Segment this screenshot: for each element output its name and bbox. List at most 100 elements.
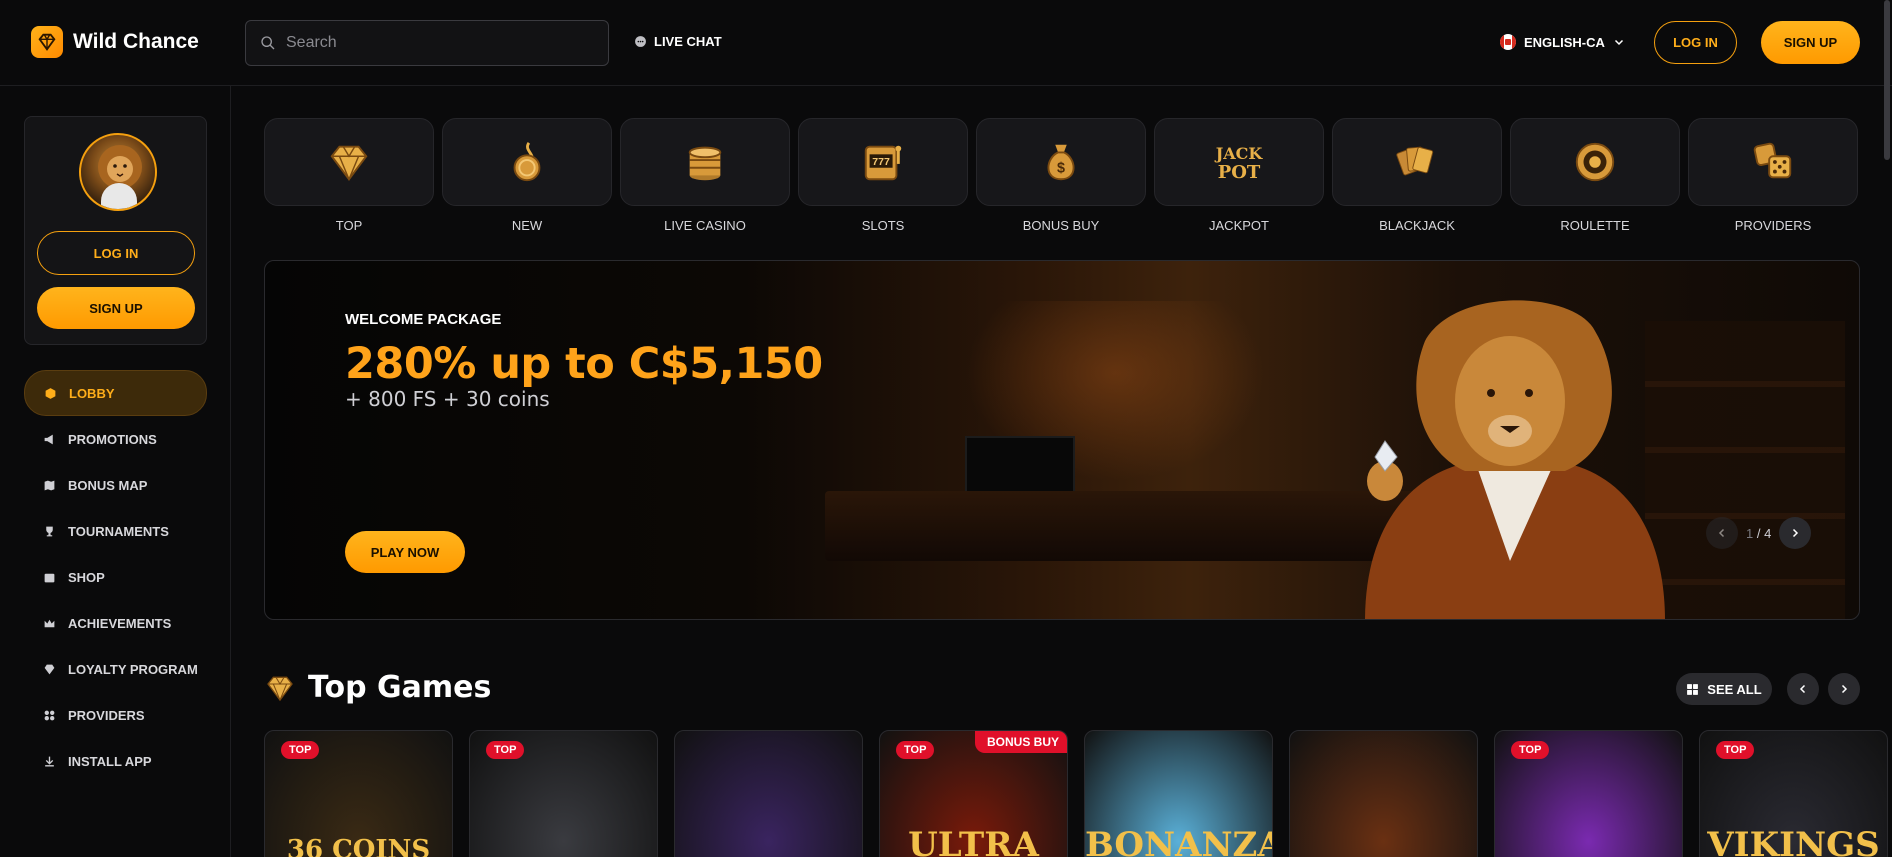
sidebar-item-achievements[interactable]: ACHIEVEMENTS xyxy=(24,600,207,646)
category-top[interactable]: TOP xyxy=(264,118,434,233)
search-input[interactable] xyxy=(286,34,586,52)
sidebar-login-button[interactable]: LOG IN xyxy=(37,231,195,275)
banner-title: 280% up to C$5,150 xyxy=(345,339,823,389)
play-now-button[interactable]: PLAY NOW xyxy=(345,531,465,573)
category-blackjack[interactable]: BLACKJACK xyxy=(1332,118,1502,233)
game-tile[interactable]: TOP 36 COINS xyxy=(264,730,453,857)
chat-icon xyxy=(635,36,646,47)
diamond-icon xyxy=(330,145,368,182)
games-next-button[interactable] xyxy=(1828,673,1860,705)
game-tile[interactable]: TOP xyxy=(1494,730,1683,857)
avatar xyxy=(79,133,157,211)
category-bonus-buy[interactable]: $ BONUS BUY xyxy=(976,118,1146,233)
sidebar-item-label: ACHIEVEMENTS xyxy=(68,615,172,631)
header-login-button[interactable]: LOG IN xyxy=(1654,21,1737,64)
top-badge: TOP xyxy=(1716,741,1755,759)
coin-flame-icon xyxy=(513,141,541,182)
game-tile[interactable]: BONANZA xyxy=(1084,730,1273,857)
grid-icon xyxy=(1687,683,1699,695)
sidebar-item-lobby[interactable]: LOBBY xyxy=(24,370,207,416)
language-label: ENGLISH-CA xyxy=(1524,34,1605,50)
category-label: ROULETTE xyxy=(1560,218,1630,233)
game-tile[interactable]: TOP BONUS BUY ULTRA xyxy=(879,730,1068,857)
see-all-button[interactable]: SEE ALL xyxy=(1676,673,1772,705)
sidebar-item-label: PROMOTIONS xyxy=(68,431,157,447)
chevron-left-icon xyxy=(1718,528,1725,538)
svg-text:POT: POT xyxy=(1218,162,1261,183)
sidebar-item-loyalty-program[interactable]: LOYALTY PROGRAM xyxy=(24,646,207,692)
sidebar-item-label: PROVIDERS xyxy=(68,707,145,723)
games-prev-button[interactable] xyxy=(1787,673,1819,705)
search-box[interactable] xyxy=(245,20,609,66)
sidebar-item-label: INSTALL APP xyxy=(68,753,152,769)
banner-monitor xyxy=(965,436,1075,496)
brand-logo[interactable]: Wild Chance xyxy=(31,26,199,58)
canada-flag-icon xyxy=(1500,34,1516,50)
cube-icon xyxy=(43,386,57,400)
chevron-right-icon xyxy=(1793,528,1799,538)
guest-profile-card: LOG IN SIGN UP xyxy=(24,116,207,345)
category-providers[interactable]: PROVIDERS xyxy=(1688,118,1858,233)
pager-separator: / xyxy=(1756,525,1761,541)
grid-icon xyxy=(42,708,56,722)
category-roulette[interactable]: ROULETTE xyxy=(1510,118,1680,233)
top-games-heading: Top Games xyxy=(264,670,491,705)
category-slots[interactable]: 777 SLOTS xyxy=(798,118,968,233)
section-title: Top Games xyxy=(308,670,492,705)
live-chat-button[interactable]: LIVE CHAT xyxy=(634,34,722,49)
header-signup-button[interactable]: SIGN UP xyxy=(1761,21,1860,64)
sidebar-item-shop[interactable]: SHOP xyxy=(24,554,207,600)
game-title-art: ULTRA xyxy=(908,825,1039,857)
svg-text:JACK: JACK xyxy=(1214,144,1264,163)
diamond-icon xyxy=(42,662,56,676)
banner-next-button[interactable] xyxy=(1779,517,1812,549)
jackpot-icon: JACKPOT xyxy=(1214,144,1264,183)
roulette-icon xyxy=(1575,142,1615,182)
top-badge: TOP xyxy=(896,741,935,759)
svg-text:$: $ xyxy=(1057,161,1065,177)
cards-icon xyxy=(1396,146,1434,176)
sidebar-signup-button[interactable]: SIGN UP xyxy=(37,287,195,329)
sidebar-item-providers[interactable]: PROVIDERS xyxy=(24,692,207,738)
game-tile[interactable] xyxy=(674,730,863,857)
pager-total: 4 xyxy=(1764,525,1772,541)
slot-machine-icon: 777 xyxy=(864,145,902,181)
top-header: Wild Chance LIVE CHAT ENGLISH-CA LOG IN … xyxy=(0,0,1892,86)
game-tile[interactable]: TOP VIKINGS xyxy=(1699,730,1888,857)
megaphone-icon xyxy=(42,432,56,446)
banner-pager: 1 / 4 xyxy=(1706,517,1812,549)
language-selector[interactable]: ENGLISH-CA xyxy=(1500,34,1625,50)
promo-banner[interactable]: WELCOME PACKAGE 280% up to C$5,150 + 800… xyxy=(264,260,1860,620)
category-label: BONUS BUY xyxy=(1022,218,1100,233)
lion-mascot-illustration xyxy=(1365,300,1665,619)
game-tile[interactable] xyxy=(1289,730,1478,857)
pager-current: 1 xyxy=(1746,525,1754,541)
banner-prev-button[interactable] xyxy=(1706,517,1738,549)
game-title-art: 36 COINS xyxy=(286,835,431,857)
sidebar-item-promotions[interactable]: PROMOTIONS xyxy=(24,416,207,462)
map-icon xyxy=(42,478,56,492)
category-label: TOP xyxy=(335,218,363,233)
category-new[interactable]: NEW xyxy=(442,118,612,233)
category-label: PROVIDERS xyxy=(1734,218,1812,233)
sidebar-item-tournaments[interactable]: TOURNAMENTS xyxy=(24,508,207,554)
bonus-buy-badge: BONUS BUY xyxy=(974,731,1067,753)
sidebar-item-label: BONUS MAP xyxy=(68,477,148,493)
game-title-art: BONANZA xyxy=(1085,825,1273,857)
brand-name: Wild Chance xyxy=(73,30,199,53)
page-scrollbar[interactable] xyxy=(1884,0,1890,160)
top-badge: TOP xyxy=(486,741,525,759)
top-games-row: TOP 36 COINS TOP TOP BONUS BUY ULTRA BONANZA TO… xyxy=(264,730,1888,857)
category-label: JACKPOT xyxy=(1209,218,1269,233)
category-live-casino[interactable]: LIVE CASINO xyxy=(620,118,790,233)
category-jackpot[interactable]: JACK POT JACKPOT xyxy=(1154,118,1324,233)
category-label: SLOTS xyxy=(861,218,905,233)
sidebar-item-label: LOBBY xyxy=(69,385,115,401)
svg-text:777: 777 xyxy=(872,156,890,168)
search-icon xyxy=(261,36,275,50)
sidebar-item-install-app[interactable]: INSTALL APP xyxy=(24,738,207,784)
diamond-logo-icon xyxy=(31,26,63,58)
sidebar-item-bonus-map[interactable]: BONUS MAP xyxy=(24,462,207,508)
diamond-icon xyxy=(267,676,293,701)
game-tile[interactable]: TOP xyxy=(469,730,658,857)
